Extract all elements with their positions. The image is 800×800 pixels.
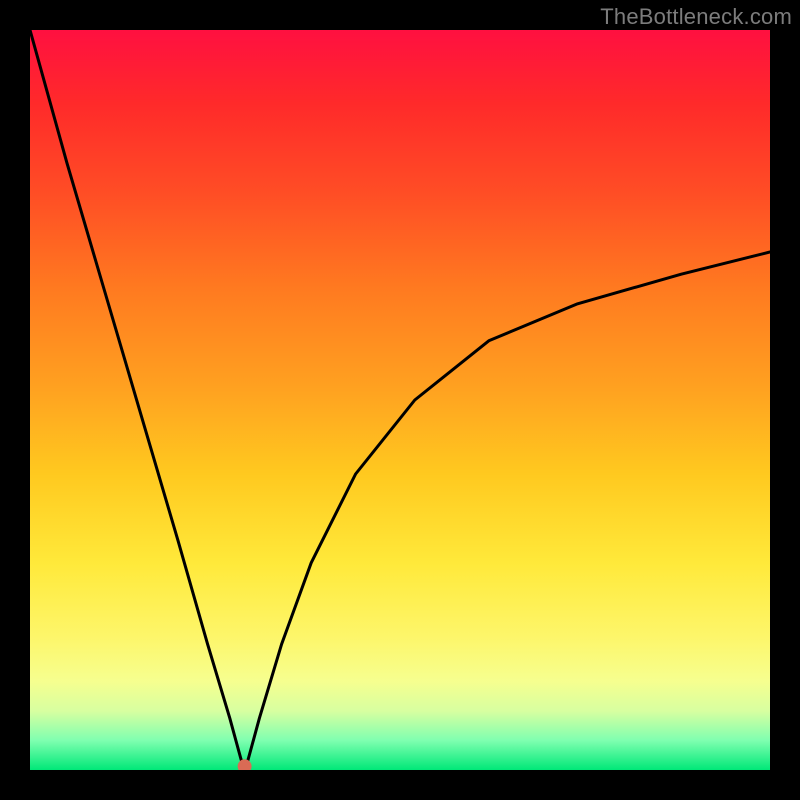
plot-area <box>30 30 770 770</box>
watermark-text: TheBottleneck.com <box>600 4 792 30</box>
chart-frame: TheBottleneck.com <box>0 0 800 800</box>
curve-svg <box>30 30 770 770</box>
bottleneck-curve <box>30 30 770 770</box>
min-marker <box>238 759 252 770</box>
